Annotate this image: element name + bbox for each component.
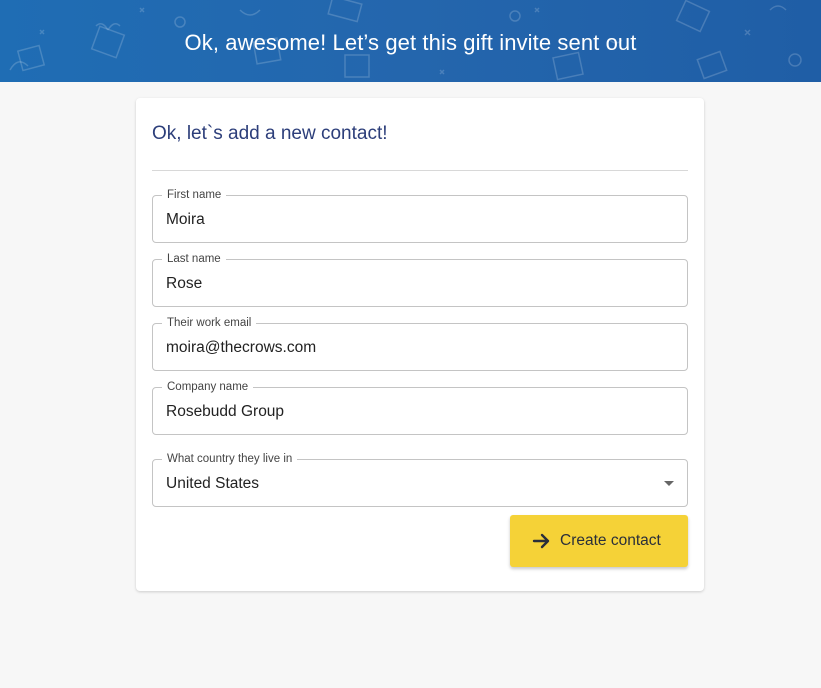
work-email-value[interactable]: moira@thecrows.com	[166, 338, 316, 358]
banner-title: Ok, awesome! Let’s get this gift invite …	[184, 30, 637, 55]
last-name-value[interactable]: Rose	[166, 274, 202, 294]
last-name-label: Last name	[162, 252, 226, 266]
country-value[interactable]: United States	[166, 474, 259, 494]
chevron-down-icon[interactable]	[664, 481, 674, 486]
card-title: Ok, let`s add a new contact!	[152, 123, 388, 144]
work-email-label: Their work email	[162, 316, 257, 330]
header-banner: Ok, awesome! Let’s get this gift invite …	[0, 0, 821, 82]
title-divider	[152, 170, 688, 171]
country-select[interactable]: What country they live in United States	[152, 452, 688, 507]
create-contact-button[interactable]: Create contact	[510, 515, 688, 567]
company-name-label: Company name	[162, 380, 254, 394]
country-label: What country they live in	[162, 452, 298, 466]
create-contact-label: Create contact	[560, 532, 661, 549]
first-name-label: First name	[162, 188, 227, 202]
last-name-field[interactable]: Last name Rose	[152, 252, 688, 307]
arrow-right-icon	[532, 533, 550, 549]
company-name-field[interactable]: Company name Rosebudd Group	[152, 380, 688, 435]
first-name-field[interactable]: First name Moira	[152, 188, 688, 243]
new-contact-card: Ok, let`s add a new contact! First name …	[136, 98, 704, 591]
company-name-value[interactable]: Rosebudd Group	[166, 402, 284, 422]
first-name-value[interactable]: Moira	[166, 210, 205, 230]
work-email-field[interactable]: Their work email moira@thecrows.com	[152, 316, 688, 371]
